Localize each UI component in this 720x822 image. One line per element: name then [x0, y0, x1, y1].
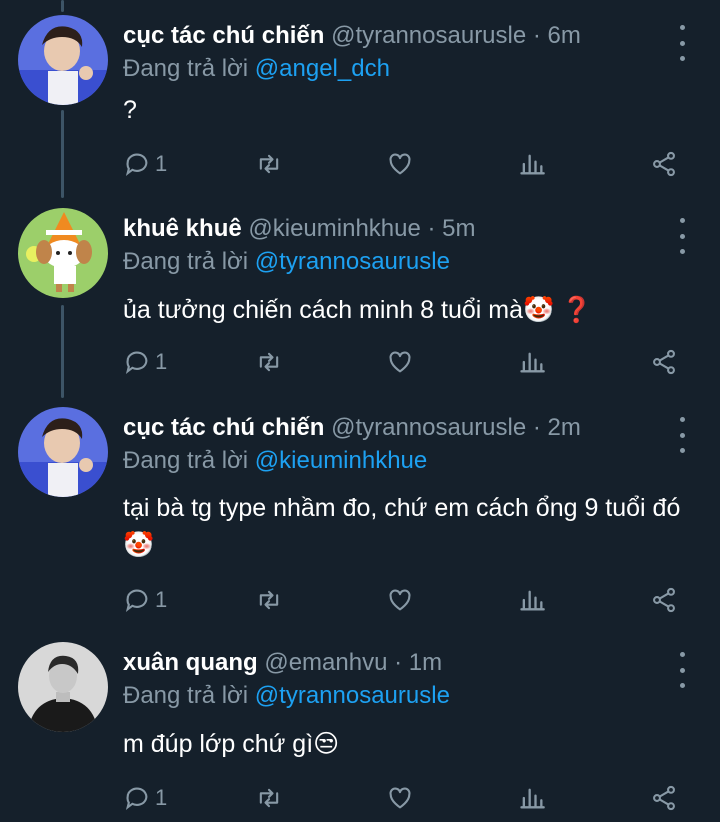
timestamp[interactable]: · 5m [428, 215, 476, 242]
reply-icon [125, 153, 148, 176]
mention-link[interactable]: @tyrannosaurusle [255, 682, 450, 709]
share-icon [653, 785, 675, 811]
analytics-button[interactable] [518, 344, 546, 380]
handle[interactable]: @kieuminhkhue [248, 215, 420, 242]
retweet-icon [259, 154, 279, 174]
tweet-actions: 1 [0, 146, 720, 182]
handle[interactable]: @tyrannosaurusle [331, 22, 526, 49]
tweet-actions: 1 [0, 344, 720, 380]
reply-icon [125, 787, 148, 810]
retweet-icon [259, 788, 279, 808]
display-name[interactable]: cục tác chú chiến [123, 414, 324, 441]
thread-line [61, 0, 64, 12]
tweet-text: tại bà tg type nhầm đo, chứ em cách ổng … [123, 494, 681, 559]
reply-count: 1 [155, 349, 168, 374]
replying-to-label: Đang trả lời [123, 447, 255, 474]
share-button[interactable] [650, 344, 678, 380]
avatar[interactable] [18, 208, 108, 298]
like-button[interactable] [386, 146, 414, 182]
retweet-button[interactable] [255, 344, 283, 380]
like-icon [389, 351, 411, 373]
timestamp[interactable]: · 2m [533, 414, 581, 441]
share-icon [653, 587, 675, 613]
share-icon [653, 151, 675, 177]
avatar-image [18, 15, 108, 105]
timestamp[interactable]: · 6m [533, 22, 581, 49]
avatar-image [18, 642, 108, 732]
analytics-icon [520, 352, 545, 373]
analytics-button[interactable] [518, 146, 546, 182]
tweet-text: ? [123, 96, 137, 124]
like-icon [389, 589, 411, 611]
reply-button[interactable]: 1 [123, 146, 167, 182]
tweet-header: cục tác chú chiến @tyrannosaurusle · 6m [123, 21, 581, 51]
timestamp[interactable]: · 1m [394, 649, 442, 676]
reply-count: 1 [155, 587, 168, 612]
reply-count: 1 [155, 785, 168, 810]
display-name[interactable]: cục tác chú chiến [123, 22, 324, 49]
mention-link[interactable]: @kieuminhkhue [255, 447, 427, 474]
replying-to-label: Đang trả lời [123, 248, 255, 275]
replying-to-label: Đang trả lời [123, 55, 255, 82]
analytics-icon [520, 154, 545, 175]
analytics-icon [520, 788, 545, 809]
mention-link[interactable]: @tyrannosaurusle [255, 248, 450, 275]
retweet-button[interactable] [255, 780, 283, 816]
like-icon [389, 153, 411, 175]
tweet-text: ủa tưởng chiến cách minh 8 tuổi mà🤡 ❓ [123, 296, 593, 324]
avatar[interactable] [18, 407, 108, 497]
replying-to: Đang trả lời @tyrannosaurusle [123, 247, 450, 277]
like-icon [389, 787, 411, 809]
retweet-icon [259, 352, 279, 372]
more-icon[interactable] [672, 417, 692, 453]
tweet-actions: 1 [0, 582, 720, 618]
reply-icon [125, 589, 148, 612]
avatar-image [18, 208, 108, 298]
retweet-icon [259, 590, 279, 610]
share-button[interactable] [650, 582, 678, 618]
retweet-button[interactable] [255, 146, 283, 182]
like-button[interactable] [386, 582, 414, 618]
like-button[interactable] [386, 780, 414, 816]
handle[interactable]: @tyrannosaurusle [331, 414, 526, 441]
share-button[interactable] [650, 780, 678, 816]
display-name[interactable]: xuân quang [123, 649, 258, 676]
share-icon [653, 349, 675, 375]
more-icon[interactable] [672, 218, 692, 254]
tweet-actions: 1 [0, 780, 720, 816]
tweet-text: m đúp lớp chứ gì😒 [123, 730, 340, 758]
tweet-header: cục tác chú chiến @tyrannosaurusle · 2m [123, 413, 581, 443]
reply-icon [125, 351, 148, 374]
mention-link[interactable]: @angel_dch [255, 55, 390, 82]
analytics-button[interactable] [518, 582, 546, 618]
more-icon[interactable] [672, 652, 692, 688]
analytics-icon [520, 590, 545, 611]
share-button[interactable] [650, 146, 678, 182]
reply-count: 1 [155, 151, 168, 176]
like-button[interactable] [386, 344, 414, 380]
retweet-button[interactable] [255, 582, 283, 618]
avatar[interactable] [18, 642, 108, 732]
display-name[interactable]: khuê khuê [123, 215, 242, 242]
avatar[interactable] [18, 15, 108, 105]
reply-button[interactable]: 1 [123, 780, 167, 816]
replying-to-label: Đang trả lời [123, 682, 255, 709]
avatar-image [18, 407, 108, 497]
more-icon[interactable] [672, 25, 692, 61]
replying-to: Đang trả lời @tyrannosaurusle [123, 681, 450, 711]
replying-to: Đang trả lời @angel_dch [123, 54, 390, 84]
handle[interactable]: @emanhvu [264, 649, 387, 676]
analytics-button[interactable] [518, 780, 546, 816]
tweet-header: xuân quang @emanhvu · 1m [123, 648, 442, 678]
tweet-header: khuê khuê @kieuminhkhue · 5m [123, 214, 476, 244]
reply-button[interactable]: 1 [123, 344, 167, 380]
reply-button[interactable]: 1 [123, 582, 167, 618]
replying-to: Đang trả lời @kieuminhkhue [123, 446, 427, 476]
